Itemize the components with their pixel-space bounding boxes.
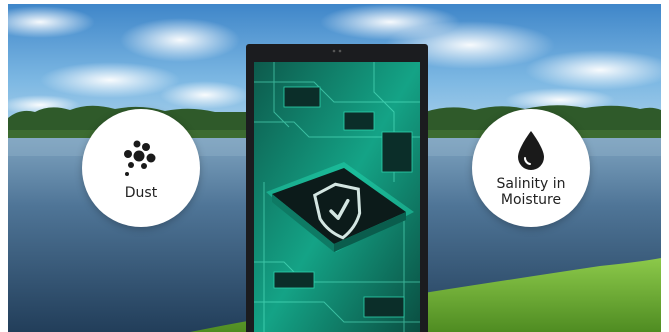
signage-display — [246, 44, 428, 332]
dust-label: Dust — [124, 185, 158, 201]
dust-badge: Dust — [82, 109, 200, 227]
display-screen — [254, 62, 420, 332]
salinity-label: Salinity in Moisture — [496, 176, 566, 208]
dust-particles-icon — [124, 140, 156, 176]
camera-sensor-icon — [332, 49, 342, 53]
water-drop-icon — [518, 131, 544, 170]
salinity-badge: Salinity in Moisture — [472, 109, 590, 227]
hero-banner: Dust Salinity in Moisture — [0, 0, 669, 332]
